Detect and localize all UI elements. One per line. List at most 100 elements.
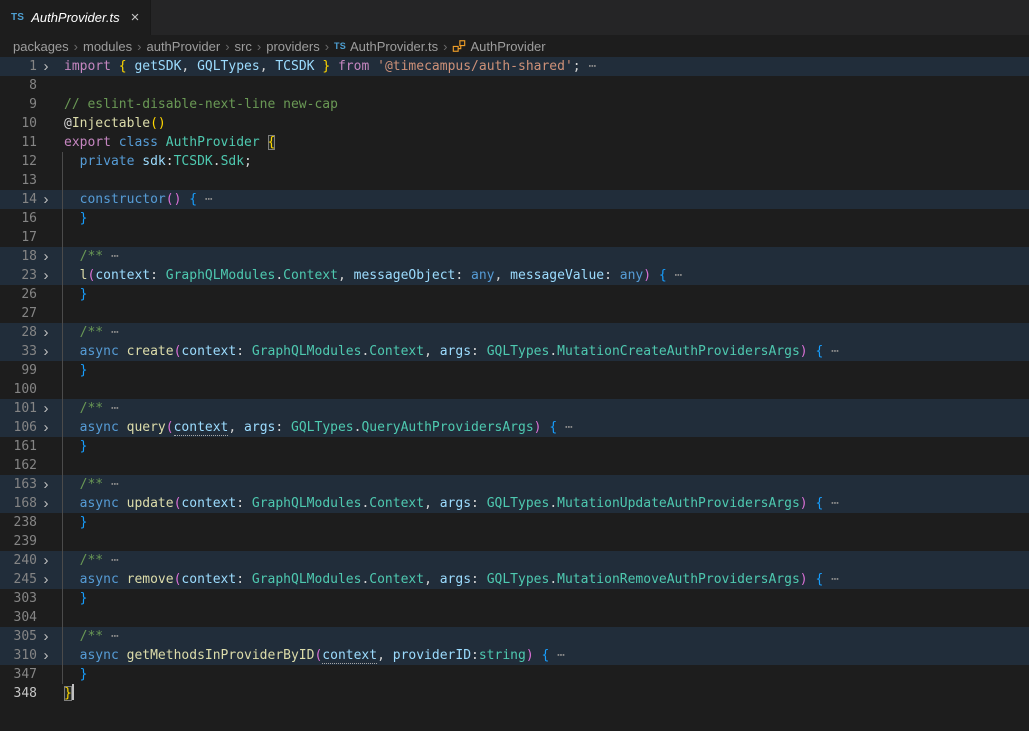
- breadcrumb-item-src[interactable]: src: [235, 39, 252, 54]
- fold-chevron-icon[interactable]: ›: [37, 551, 55, 570]
- fold-chevron-icon[interactable]: ›: [37, 247, 55, 266]
- line-number: 238: [0, 513, 37, 532]
- code-line-304[interactable]: 304: [0, 608, 1029, 627]
- code-line-23[interactable]: 23› l(context: GraphQLModules.Context, m…: [0, 266, 1029, 285]
- code-line-348[interactable]: 348}: [0, 684, 1029, 703]
- breadcrumb-label: modules: [83, 39, 132, 54]
- fold-gutter: [37, 114, 55, 133]
- breadcrumb-item-providers[interactable]: providers: [266, 39, 319, 54]
- code-line-101[interactable]: 101› /** ⋯: [0, 399, 1029, 418]
- code-text: [55, 532, 1029, 551]
- breadcrumb-label: AuthProvider: [470, 39, 545, 54]
- indent-guide: [62, 608, 63, 627]
- code-text: /** ⋯: [55, 399, 1029, 418]
- line-number: 28: [0, 323, 37, 342]
- code-line-238[interactable]: 238 }: [0, 513, 1029, 532]
- code-line-168[interactable]: 168› async update(context: GraphQLModule…: [0, 494, 1029, 513]
- breadcrumb-item-packages[interactable]: packages: [13, 39, 69, 54]
- line-number: 240: [0, 551, 37, 570]
- code-line-9[interactable]: 9// eslint-disable-next-line new-cap: [0, 95, 1029, 114]
- indent-guide: [62, 532, 63, 551]
- code-line-16[interactable]: 16 }: [0, 209, 1029, 228]
- close-icon[interactable]: ×: [131, 10, 140, 25]
- fold-gutter: [37, 304, 55, 323]
- code-line-106[interactable]: 106› async query(context, args: GQLTypes…: [0, 418, 1029, 437]
- line-number: 12: [0, 152, 37, 171]
- breadcrumb-label: packages: [13, 39, 69, 54]
- code-line-100[interactable]: 100: [0, 380, 1029, 399]
- indent-guide: [62, 361, 63, 380]
- line-number: 239: [0, 532, 37, 551]
- code-text: l(context: GraphQLModules.Context, messa…: [55, 266, 1029, 285]
- fold-gutter: [37, 589, 55, 608]
- fold-chevron-icon[interactable]: ›: [37, 475, 55, 494]
- fold-chevron-icon[interactable]: ›: [37, 570, 55, 589]
- code-line-10[interactable]: 10@Injectable(): [0, 114, 1029, 133]
- code-text: export class AuthProvider {: [55, 133, 1029, 152]
- fold-chevron-icon[interactable]: ›: [37, 57, 55, 76]
- fold-gutter: [37, 532, 55, 551]
- line-number: 162: [0, 456, 37, 475]
- text-cursor: [72, 684, 74, 700]
- line-number: 303: [0, 589, 37, 608]
- fold-chevron-icon[interactable]: ›: [37, 342, 55, 361]
- code-line-8[interactable]: 8: [0, 76, 1029, 95]
- code-line-11[interactable]: 11export class AuthProvider {: [0, 133, 1029, 152]
- breadcrumb-item-authprovider-ts[interactable]: TSAuthProvider.ts: [334, 39, 438, 54]
- fold-chevron-icon[interactable]: ›: [37, 190, 55, 209]
- fold-chevron-icon[interactable]: ›: [37, 323, 55, 342]
- fold-chevron-icon[interactable]: ›: [37, 494, 55, 513]
- breadcrumb-label: src: [235, 39, 252, 54]
- code-editor: 1›import { getSDK, GQLTypes, TCSDK } fro…: [0, 57, 1029, 703]
- code-line-240[interactable]: 240› /** ⋯: [0, 551, 1029, 570]
- code-text: }: [55, 209, 1029, 228]
- line-number: 16: [0, 209, 37, 228]
- code-line-161[interactable]: 161 }: [0, 437, 1029, 456]
- breadcrumb-item-authprovider[interactable]: authProvider: [146, 39, 220, 54]
- code-text: async getMethodsInProviderByID(context, …: [55, 646, 1029, 665]
- tab-authprovider[interactable]: TS AuthProvider.ts ×: [0, 0, 151, 35]
- code-line-303[interactable]: 303 }: [0, 589, 1029, 608]
- fold-chevron-icon[interactable]: ›: [37, 266, 55, 285]
- code-line-13[interactable]: 13: [0, 171, 1029, 190]
- code-text: [55, 380, 1029, 399]
- code-line-310[interactable]: 310› async getMethodsInProviderByID(cont…: [0, 646, 1029, 665]
- code-line-27[interactable]: 27: [0, 304, 1029, 323]
- line-number: 100: [0, 380, 37, 399]
- fold-chevron-icon[interactable]: ›: [37, 399, 55, 418]
- code-line-14[interactable]: 14› constructor() { ⋯: [0, 190, 1029, 209]
- fold-gutter: [37, 456, 55, 475]
- code-line-28[interactable]: 28› /** ⋯: [0, 323, 1029, 342]
- fold-chevron-icon[interactable]: ›: [37, 646, 55, 665]
- code-line-12[interactable]: 12 private sdk:TCSDK.Sdk;: [0, 152, 1029, 171]
- line-number: 10: [0, 114, 37, 133]
- code-line-245[interactable]: 245› async remove(context: GraphQLModule…: [0, 570, 1029, 589]
- code-line-239[interactable]: 239: [0, 532, 1029, 551]
- code-line-17[interactable]: 17: [0, 228, 1029, 247]
- code-line-347[interactable]: 347 }: [0, 665, 1029, 684]
- code-line-305[interactable]: 305› /** ⋯: [0, 627, 1029, 646]
- breadcrumb-label: authProvider: [146, 39, 220, 54]
- code-line-33[interactable]: 33› async create(context: GraphQLModules…: [0, 342, 1029, 361]
- code-text: // eslint-disable-next-line new-cap: [55, 95, 1029, 114]
- breadcrumb-item-authprovider[interactable]: AuthProvider: [452, 39, 545, 54]
- line-number: 101: [0, 399, 37, 418]
- code-line-1[interactable]: 1›import { getSDK, GQLTypes, TCSDK } fro…: [0, 57, 1029, 76]
- code-line-162[interactable]: 162: [0, 456, 1029, 475]
- fold-chevron-icon[interactable]: ›: [37, 418, 55, 437]
- fold-gutter: [37, 171, 55, 190]
- line-number: 310: [0, 646, 37, 665]
- fold-gutter: [37, 152, 55, 171]
- code-text: }: [55, 589, 1029, 608]
- code-line-18[interactable]: 18› /** ⋯: [0, 247, 1029, 266]
- line-number: 99: [0, 361, 37, 380]
- code-text: }: [55, 684, 1029, 703]
- indent-guide: [62, 209, 63, 228]
- code-line-26[interactable]: 26 }: [0, 285, 1029, 304]
- fold-chevron-icon[interactable]: ›: [37, 627, 55, 646]
- code-text: /** ⋯: [55, 475, 1029, 494]
- code-line-163[interactable]: 163› /** ⋯: [0, 475, 1029, 494]
- breadcrumb-item-modules[interactable]: modules: [83, 39, 132, 54]
- breadcrumb-label: AuthProvider.ts: [350, 39, 438, 54]
- code-line-99[interactable]: 99 }: [0, 361, 1029, 380]
